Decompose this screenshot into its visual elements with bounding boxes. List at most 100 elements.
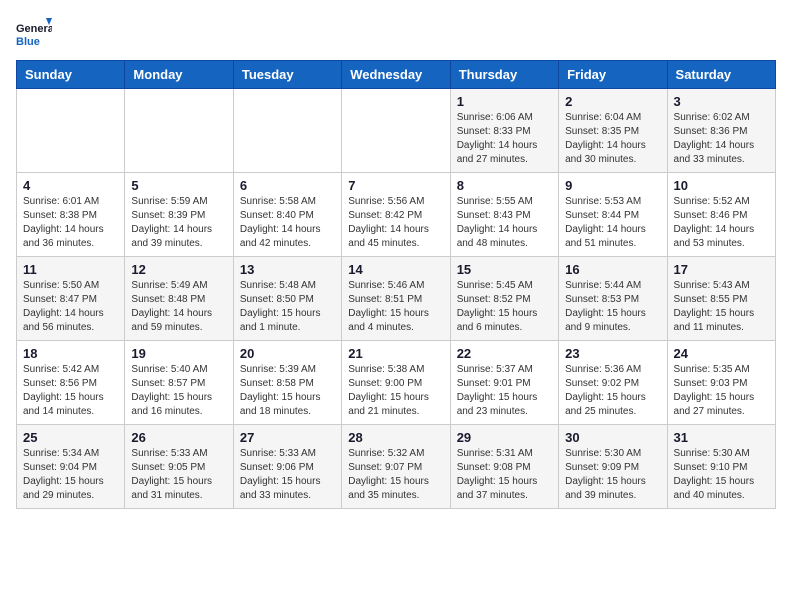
day-number: 23 bbox=[565, 346, 660, 361]
day-info: Sunrise: 5:35 AM Sunset: 9:03 PM Dayligh… bbox=[674, 363, 769, 419]
calendar-cell bbox=[233, 89, 341, 173]
calendar-cell: 17 Sunrise: 5:43 AM Sunset: 8:55 PM Dayli… bbox=[667, 257, 775, 341]
day-info: Sunrise: 6:04 AM Sunset: 8:35 PM Dayligh… bbox=[565, 111, 660, 167]
calendar-cell: 25 Sunrise: 5:34 AM Sunset: 9:04 PM Dayli… bbox=[17, 425, 125, 509]
day-info: Sunrise: 5:53 AM Sunset: 8:44 PM Dayligh… bbox=[565, 195, 660, 251]
day-info: Sunrise: 5:34 AM Sunset: 9:04 PM Dayligh… bbox=[23, 447, 118, 503]
calendar-cell: 23 Sunrise: 5:36 AM Sunset: 9:02 PM Dayli… bbox=[559, 341, 667, 425]
day-info: Sunrise: 5:31 AM Sunset: 9:08 PM Dayligh… bbox=[457, 447, 552, 503]
calendar-cell: 18Sunrise: 5:42 AM Sunset: 8:56 PM Dayli… bbox=[17, 341, 125, 425]
calendar-cell: 8 Sunrise: 5:55 AM Sunset: 8:43 PM Daylig… bbox=[450, 173, 558, 257]
day-number: 20 bbox=[240, 346, 335, 361]
day-number: 26 bbox=[131, 430, 226, 445]
calendar-cell: 24 Sunrise: 5:35 AM Sunset: 9:03 PM Dayli… bbox=[667, 341, 775, 425]
calendar-cell: 21Sunrise: 5:38 AM Sunset: 9:00 PM Dayli… bbox=[342, 341, 450, 425]
day-number: 14 bbox=[348, 262, 443, 277]
day-number: 8 bbox=[457, 178, 552, 193]
day-number: 22 bbox=[457, 346, 552, 361]
day-info: Sunrise: 5:37 AM Sunset: 9:01 PM Dayligh… bbox=[457, 363, 552, 419]
day-number: 13 bbox=[240, 262, 335, 277]
day-number: 9 bbox=[565, 178, 660, 193]
day-info: Sunrise: 5:32 AM Sunset: 9:07 PM Dayligh… bbox=[348, 447, 443, 503]
calendar-cell: 13 Sunrise: 5:48 AM Sunset: 8:50 PM Dayli… bbox=[233, 257, 341, 341]
calendar-cell: 11 Sunrise: 5:50 AM Sunset: 8:47 PM Dayli… bbox=[17, 257, 125, 341]
day-number: 11 bbox=[23, 262, 118, 277]
day-info: Sunrise: 5:42 AM Sunset: 8:56 PM Dayligh… bbox=[23, 363, 118, 419]
calendar-cell: 3 Sunrise: 6:02 AM Sunset: 8:36 PM Daylig… bbox=[667, 89, 775, 173]
calendar-cell: 14Sunrise: 5:46 AM Sunset: 8:51 PM Dayli… bbox=[342, 257, 450, 341]
calendar-cell: 27 Sunrise: 5:33 AM Sunset: 9:06 PM Dayli… bbox=[233, 425, 341, 509]
calendar-cell bbox=[125, 89, 233, 173]
weekday-header-saturday: Saturday bbox=[667, 61, 775, 89]
day-info: Sunrise: 5:50 AM Sunset: 8:47 PM Dayligh… bbox=[23, 279, 118, 335]
calendar-cell: 22 Sunrise: 5:37 AM Sunset: 9:01 PM Dayli… bbox=[450, 341, 558, 425]
day-number: 30 bbox=[565, 430, 660, 445]
calendar-cell: 2 Sunrise: 6:04 AM Sunset: 8:35 PM Daylig… bbox=[559, 89, 667, 173]
svg-text:General: General bbox=[16, 23, 52, 35]
calendar-cell: 10 Sunrise: 5:52 AM Sunset: 8:46 PM Dayli… bbox=[667, 173, 775, 257]
calendar-cell bbox=[342, 89, 450, 173]
day-number: 3 bbox=[674, 94, 769, 109]
calendar-cell: 7 Sunrise: 5:56 AM Sunset: 8:42 PM Daylig… bbox=[342, 173, 450, 257]
day-info: Sunrise: 5:49 AM Sunset: 8:48 PM Dayligh… bbox=[131, 279, 226, 335]
calendar-week-1: 1 Sunrise: 6:06 AM Sunset: 8:33 PM Daylig… bbox=[17, 89, 776, 173]
weekday-header-monday: Monday bbox=[125, 61, 233, 89]
day-info: Sunrise: 5:30 AM Sunset: 9:10 PM Dayligh… bbox=[674, 447, 769, 503]
day-info: Sunrise: 5:55 AM Sunset: 8:43 PM Dayligh… bbox=[457, 195, 552, 251]
day-info: Sunrise: 5:43 AM Sunset: 8:55 PM Dayligh… bbox=[674, 279, 769, 335]
day-number: 7 bbox=[348, 178, 443, 193]
day-number: 4 bbox=[23, 178, 118, 193]
day-number: 19 bbox=[131, 346, 226, 361]
day-info: Sunrise: 5:45 AM Sunset: 8:52 PM Dayligh… bbox=[457, 279, 552, 335]
weekday-header-thursday: Thursday bbox=[450, 61, 558, 89]
day-info: Sunrise: 5:56 AM Sunset: 8:42 PM Dayligh… bbox=[348, 195, 443, 251]
day-number: 15 bbox=[457, 262, 552, 277]
calendar-cell: 5Sunrise: 5:59 AM Sunset: 8:39 PM Daylig… bbox=[125, 173, 233, 257]
day-info: Sunrise: 5:59 AM Sunset: 8:39 PM Dayligh… bbox=[131, 195, 226, 251]
calendar-week-3: 11 Sunrise: 5:50 AM Sunset: 8:47 PM Dayli… bbox=[17, 257, 776, 341]
day-info: Sunrise: 5:30 AM Sunset: 9:09 PM Dayligh… bbox=[565, 447, 660, 503]
day-info: Sunrise: 6:01 AM Sunset: 8:38 PM Dayligh… bbox=[23, 195, 118, 251]
day-info: Sunrise: 5:44 AM Sunset: 8:53 PM Dayligh… bbox=[565, 279, 660, 335]
day-info: Sunrise: 6:06 AM Sunset: 8:33 PM Dayligh… bbox=[457, 111, 552, 167]
calendar-cell: 6Sunrise: 5:58 AM Sunset: 8:40 PM Daylig… bbox=[233, 173, 341, 257]
page-header: General Blue bbox=[16, 16, 776, 52]
day-info: Sunrise: 5:52 AM Sunset: 8:46 PM Dayligh… bbox=[674, 195, 769, 251]
day-number: 16 bbox=[565, 262, 660, 277]
day-info: Sunrise: 5:38 AM Sunset: 9:00 PM Dayligh… bbox=[348, 363, 443, 419]
weekday-header-sunday: Sunday bbox=[17, 61, 125, 89]
day-number: 29 bbox=[457, 430, 552, 445]
day-number: 17 bbox=[674, 262, 769, 277]
day-number: 27 bbox=[240, 430, 335, 445]
calendar-header-row: SundayMondayTuesdayWednesdayThursdayFrid… bbox=[17, 61, 776, 89]
calendar-cell: 26Sunrise: 5:33 AM Sunset: 9:05 PM Dayli… bbox=[125, 425, 233, 509]
day-info: Sunrise: 6:02 AM Sunset: 8:36 PM Dayligh… bbox=[674, 111, 769, 167]
logo: General Blue bbox=[16, 16, 52, 52]
day-number: 28 bbox=[348, 430, 443, 445]
weekday-header-wednesday: Wednesday bbox=[342, 61, 450, 89]
calendar-cell: 16 Sunrise: 5:44 AM Sunset: 8:53 PM Dayli… bbox=[559, 257, 667, 341]
day-number: 12 bbox=[131, 262, 226, 277]
day-number: 1 bbox=[457, 94, 552, 109]
calendar-cell: 31Sunrise: 5:30 AM Sunset: 9:10 PM Dayli… bbox=[667, 425, 775, 509]
day-number: 24 bbox=[674, 346, 769, 361]
day-number: 2 bbox=[565, 94, 660, 109]
calendar-cell bbox=[17, 89, 125, 173]
day-info: Sunrise: 5:39 AM Sunset: 8:58 PM Dayligh… bbox=[240, 363, 335, 419]
calendar-cell: 30 Sunrise: 5:30 AM Sunset: 9:09 PM Dayli… bbox=[559, 425, 667, 509]
logo-svg: General Blue bbox=[16, 16, 52, 52]
calendar-cell: 19Sunrise: 5:40 AM Sunset: 8:57 PM Dayli… bbox=[125, 341, 233, 425]
calendar-cell: 4 Sunrise: 6:01 AM Sunset: 8:38 PM Daylig… bbox=[17, 173, 125, 257]
day-info: Sunrise: 5:36 AM Sunset: 9:02 PM Dayligh… bbox=[565, 363, 660, 419]
calendar-week-2: 4 Sunrise: 6:01 AM Sunset: 8:38 PM Daylig… bbox=[17, 173, 776, 257]
day-number: 25 bbox=[23, 430, 118, 445]
day-info: Sunrise: 5:33 AM Sunset: 9:06 PM Dayligh… bbox=[240, 447, 335, 503]
svg-text:Blue: Blue bbox=[16, 36, 40, 48]
calendar-cell: 15 Sunrise: 5:45 AM Sunset: 8:52 PM Dayli… bbox=[450, 257, 558, 341]
calendar-cell: 28 Sunrise: 5:32 AM Sunset: 9:07 PM Dayli… bbox=[342, 425, 450, 509]
weekday-header-friday: Friday bbox=[559, 61, 667, 89]
day-info: Sunrise: 5:48 AM Sunset: 8:50 PM Dayligh… bbox=[240, 279, 335, 335]
day-number: 10 bbox=[674, 178, 769, 193]
day-number: 6 bbox=[240, 178, 335, 193]
calendar-week-4: 18Sunrise: 5:42 AM Sunset: 8:56 PM Dayli… bbox=[17, 341, 776, 425]
